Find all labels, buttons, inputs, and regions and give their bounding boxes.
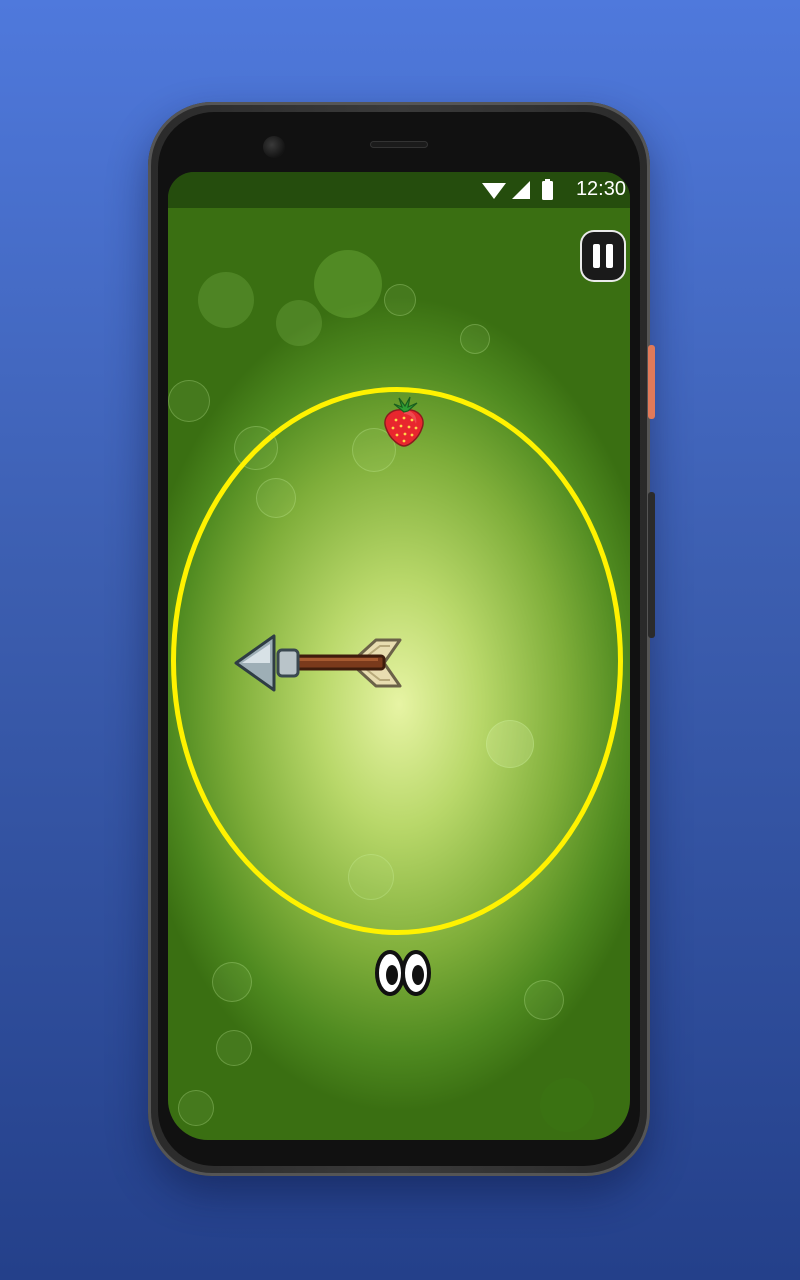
status-time: 12:30 <box>575 178 626 200</box>
bokeh-light <box>216 1030 252 1066</box>
status-icons <box>482 179 553 200</box>
eyes-icon <box>375 950 431 996</box>
bokeh-light <box>314 250 382 318</box>
pause-button[interactable] <box>582 232 624 280</box>
bokeh-light <box>276 300 322 346</box>
bokeh-light <box>540 1078 594 1132</box>
wifi-icon <box>482 183 506 199</box>
bokeh-light <box>524 980 564 1020</box>
power-button <box>648 345 655 419</box>
volume-button <box>648 492 655 638</box>
bokeh-light <box>460 324 490 354</box>
bokeh-light <box>212 962 252 1002</box>
status-bar: 12:30 <box>168 172 630 208</box>
battery-icon <box>542 179 553 200</box>
bokeh-light <box>198 272 254 328</box>
strawberry-icon <box>384 396 424 447</box>
game-screen[interactable]: 12:30 <box>168 172 630 1140</box>
front-camera-icon <box>263 136 285 158</box>
bokeh-light <box>384 284 416 316</box>
cell-signal-icon <box>512 181 530 199</box>
earpiece-speaker <box>370 141 428 148</box>
arrow-icon <box>234 634 402 692</box>
bokeh-light <box>178 1090 214 1126</box>
bokeh-light <box>168 380 210 422</box>
